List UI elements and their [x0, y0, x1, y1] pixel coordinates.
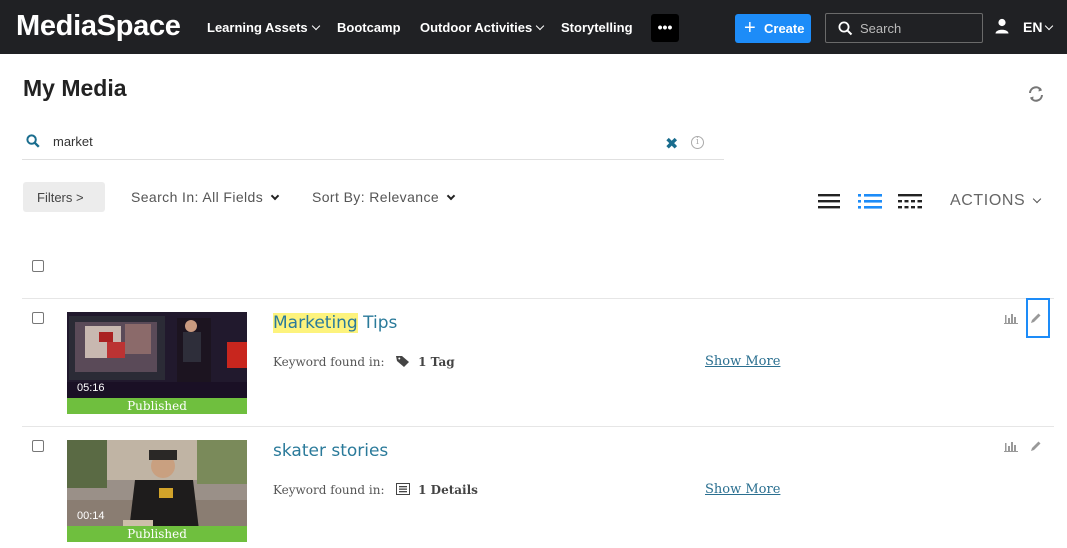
media-search-input[interactable]: market — [53, 134, 93, 149]
sort-by-dropdown[interactable]: Sort By: Relevance — [312, 189, 456, 205]
nav-learning-assets[interactable]: Learning Assets — [207, 20, 320, 35]
entry-title-link[interactable]: Marketing Tips — [273, 313, 397, 333]
chevron-down-icon — [535, 21, 545, 31]
status-badge: Published — [67, 526, 247, 542]
nav-label: Learning Assets — [207, 20, 308, 35]
show-more-link[interactable]: Show More — [705, 482, 780, 497]
actions-label: ACTIONS — [950, 192, 1026, 209]
chevron-down-icon — [311, 21, 320, 31]
keyword-label: Keyword found in: — [273, 483, 385, 497]
sort-by-label: Sort By: Relevance — [312, 189, 440, 205]
analytics-icon[interactable] — [1004, 312, 1018, 324]
keyword-match-info: Keyword found in: 1 Details — [273, 483, 478, 497]
top-navigation-bar: MediaSpace Learning Assets Bootcamp Outd… — [0, 0, 1067, 54]
create-button-label: Create — [764, 21, 805, 36]
nav-bootcamp[interactable]: Bootcamp — [337, 20, 401, 35]
entry-title-link[interactable]: skater stories — [273, 441, 388, 461]
more-menu-button[interactable]: ••• — [651, 14, 679, 42]
clear-search-icon[interactable]: ✖ — [665, 134, 678, 154]
global-search[interactable] — [825, 13, 983, 43]
view-compact-list-icon[interactable] — [818, 193, 840, 209]
chevron-down-icon — [270, 191, 280, 201]
show-more-link[interactable]: Show More — [705, 354, 780, 369]
filters-button-label: Filters > — [37, 190, 84, 205]
keyword-label: Keyword found in: — [273, 355, 385, 369]
search-in-label: Search In: All Fields — [131, 189, 264, 205]
plus-icon: + — [744, 17, 756, 39]
chevron-down-icon — [1033, 194, 1042, 204]
refresh-icon[interactable] — [1027, 85, 1045, 103]
edit-pencil-icon[interactable] — [1030, 440, 1042, 452]
search-icon — [26, 134, 40, 148]
info-icon[interactable]: i — [691, 136, 704, 149]
entry-checkbox[interactable] — [32, 312, 44, 324]
actions-dropdown[interactable]: ACTIONS — [950, 192, 1042, 210]
entry-checkbox[interactable] — [32, 440, 44, 452]
select-all-checkbox[interactable] — [32, 260, 44, 272]
nav-label: Bootcamp — [337, 20, 401, 35]
chevron-down-icon — [446, 191, 456, 201]
nav-storytelling[interactable]: Storytelling — [561, 20, 633, 35]
user-icon[interactable] — [995, 18, 1009, 34]
media-search-field[interactable]: market ✖ i — [22, 123, 724, 160]
tag-icon — [396, 356, 410, 367]
chevron-down-icon — [1045, 21, 1054, 31]
media-thumbnail[interactable]: 05:16 Published — [67, 312, 247, 414]
language-selector[interactable]: EN — [1023, 19, 1054, 35]
search-in-dropdown[interactable]: Search In: All Fields — [131, 189, 280, 205]
global-search-input[interactable] — [860, 19, 978, 37]
media-thumbnail[interactable]: 00:14 Published — [67, 440, 247, 542]
analytics-icon[interactable] — [1004, 440, 1018, 452]
keyword-match-value[interactable]: 1 Tag — [418, 355, 454, 369]
duration-label: 00:14 — [77, 510, 105, 522]
page-title: My Media — [23, 75, 127, 101]
search-highlight: Marketing — [273, 313, 358, 333]
edit-pencil-icon[interactable] — [1030, 312, 1042, 324]
status-badge: Published — [67, 398, 247, 414]
create-button[interactable]: + Create — [735, 14, 811, 43]
keyword-match-value[interactable]: 1 Details — [418, 483, 478, 497]
entry-title-text: skater stories — [273, 441, 389, 461]
duration-label: 05:16 — [77, 382, 105, 394]
language-label: EN — [1023, 19, 1043, 35]
media-entry: 00:14 Published skater stories Keyword f… — [0, 426, 1067, 546]
media-entry: 05:16 Published Marketing Tips Keyword f… — [0, 298, 1067, 418]
nav-outdoor-activities[interactable]: Outdoor Activities — [420, 20, 545, 35]
nav-label: Outdoor Activities — [420, 20, 533, 35]
details-icon — [396, 483, 411, 495]
brand-logo[interactable]: MediaSpace — [16, 10, 181, 43]
keyword-match-info: Keyword found in: 1 Tag — [273, 355, 455, 369]
nav-label: Storytelling — [561, 20, 633, 35]
search-icon — [838, 21, 853, 36]
filters-button[interactable]: Filters > — [23, 182, 105, 212]
entry-title-text: Tips — [357, 313, 398, 333]
view-detailed-list-icon[interactable] — [858, 193, 882, 209]
view-thumbnails-icon[interactable] — [898, 193, 922, 209]
